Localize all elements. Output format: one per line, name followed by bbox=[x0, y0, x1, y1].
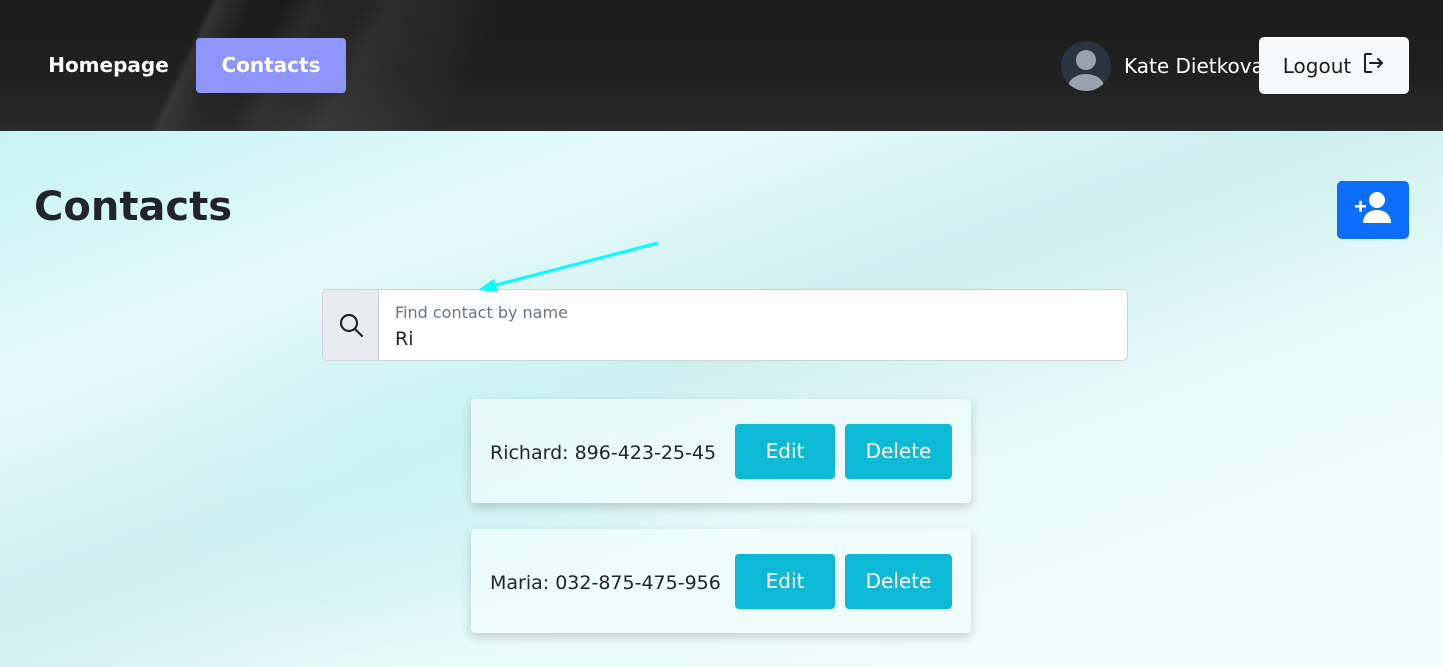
logout-icon bbox=[1361, 51, 1385, 80]
search-icon bbox=[323, 290, 379, 360]
search-field: Find contact by name bbox=[379, 290, 1127, 360]
edit-button[interactable]: Edit bbox=[735, 424, 835, 479]
page-title: Contacts bbox=[34, 184, 233, 230]
edit-button[interactable]: Edit bbox=[735, 554, 835, 609]
contact-info: Richard: 896-423-25-45 bbox=[490, 442, 717, 464]
add-contact-button[interactable] bbox=[1337, 181, 1409, 239]
delete-button[interactable]: Delete bbox=[845, 424, 952, 479]
search-label: Find contact by name bbox=[395, 303, 568, 322]
top-navbar: Homepage Contacts Kate Dietkova Logout bbox=[0, 0, 1443, 131]
contact-card: Maria: 032-875-475-956 Edit Delete bbox=[471, 529, 971, 633]
logout-button[interactable]: Logout bbox=[1259, 37, 1409, 94]
contact-info: Maria: 032-875-475-956 bbox=[490, 572, 721, 594]
user-name: Kate Dietkova bbox=[1124, 54, 1264, 78]
contact-search: Find contact by name bbox=[322, 289, 1128, 361]
logout-label: Logout bbox=[1282, 53, 1352, 78]
nav-link-contacts[interactable]: Contacts bbox=[196, 38, 346, 93]
user-avatar-icon bbox=[1061, 41, 1111, 91]
nav-link-homepage[interactable]: Homepage bbox=[40, 38, 177, 93]
contact-card: Richard: 896-423-25-45 Edit Delete bbox=[471, 399, 971, 503]
search-input[interactable] bbox=[395, 326, 1095, 352]
delete-button[interactable]: Delete bbox=[845, 554, 952, 609]
add-user-icon bbox=[1353, 191, 1393, 229]
